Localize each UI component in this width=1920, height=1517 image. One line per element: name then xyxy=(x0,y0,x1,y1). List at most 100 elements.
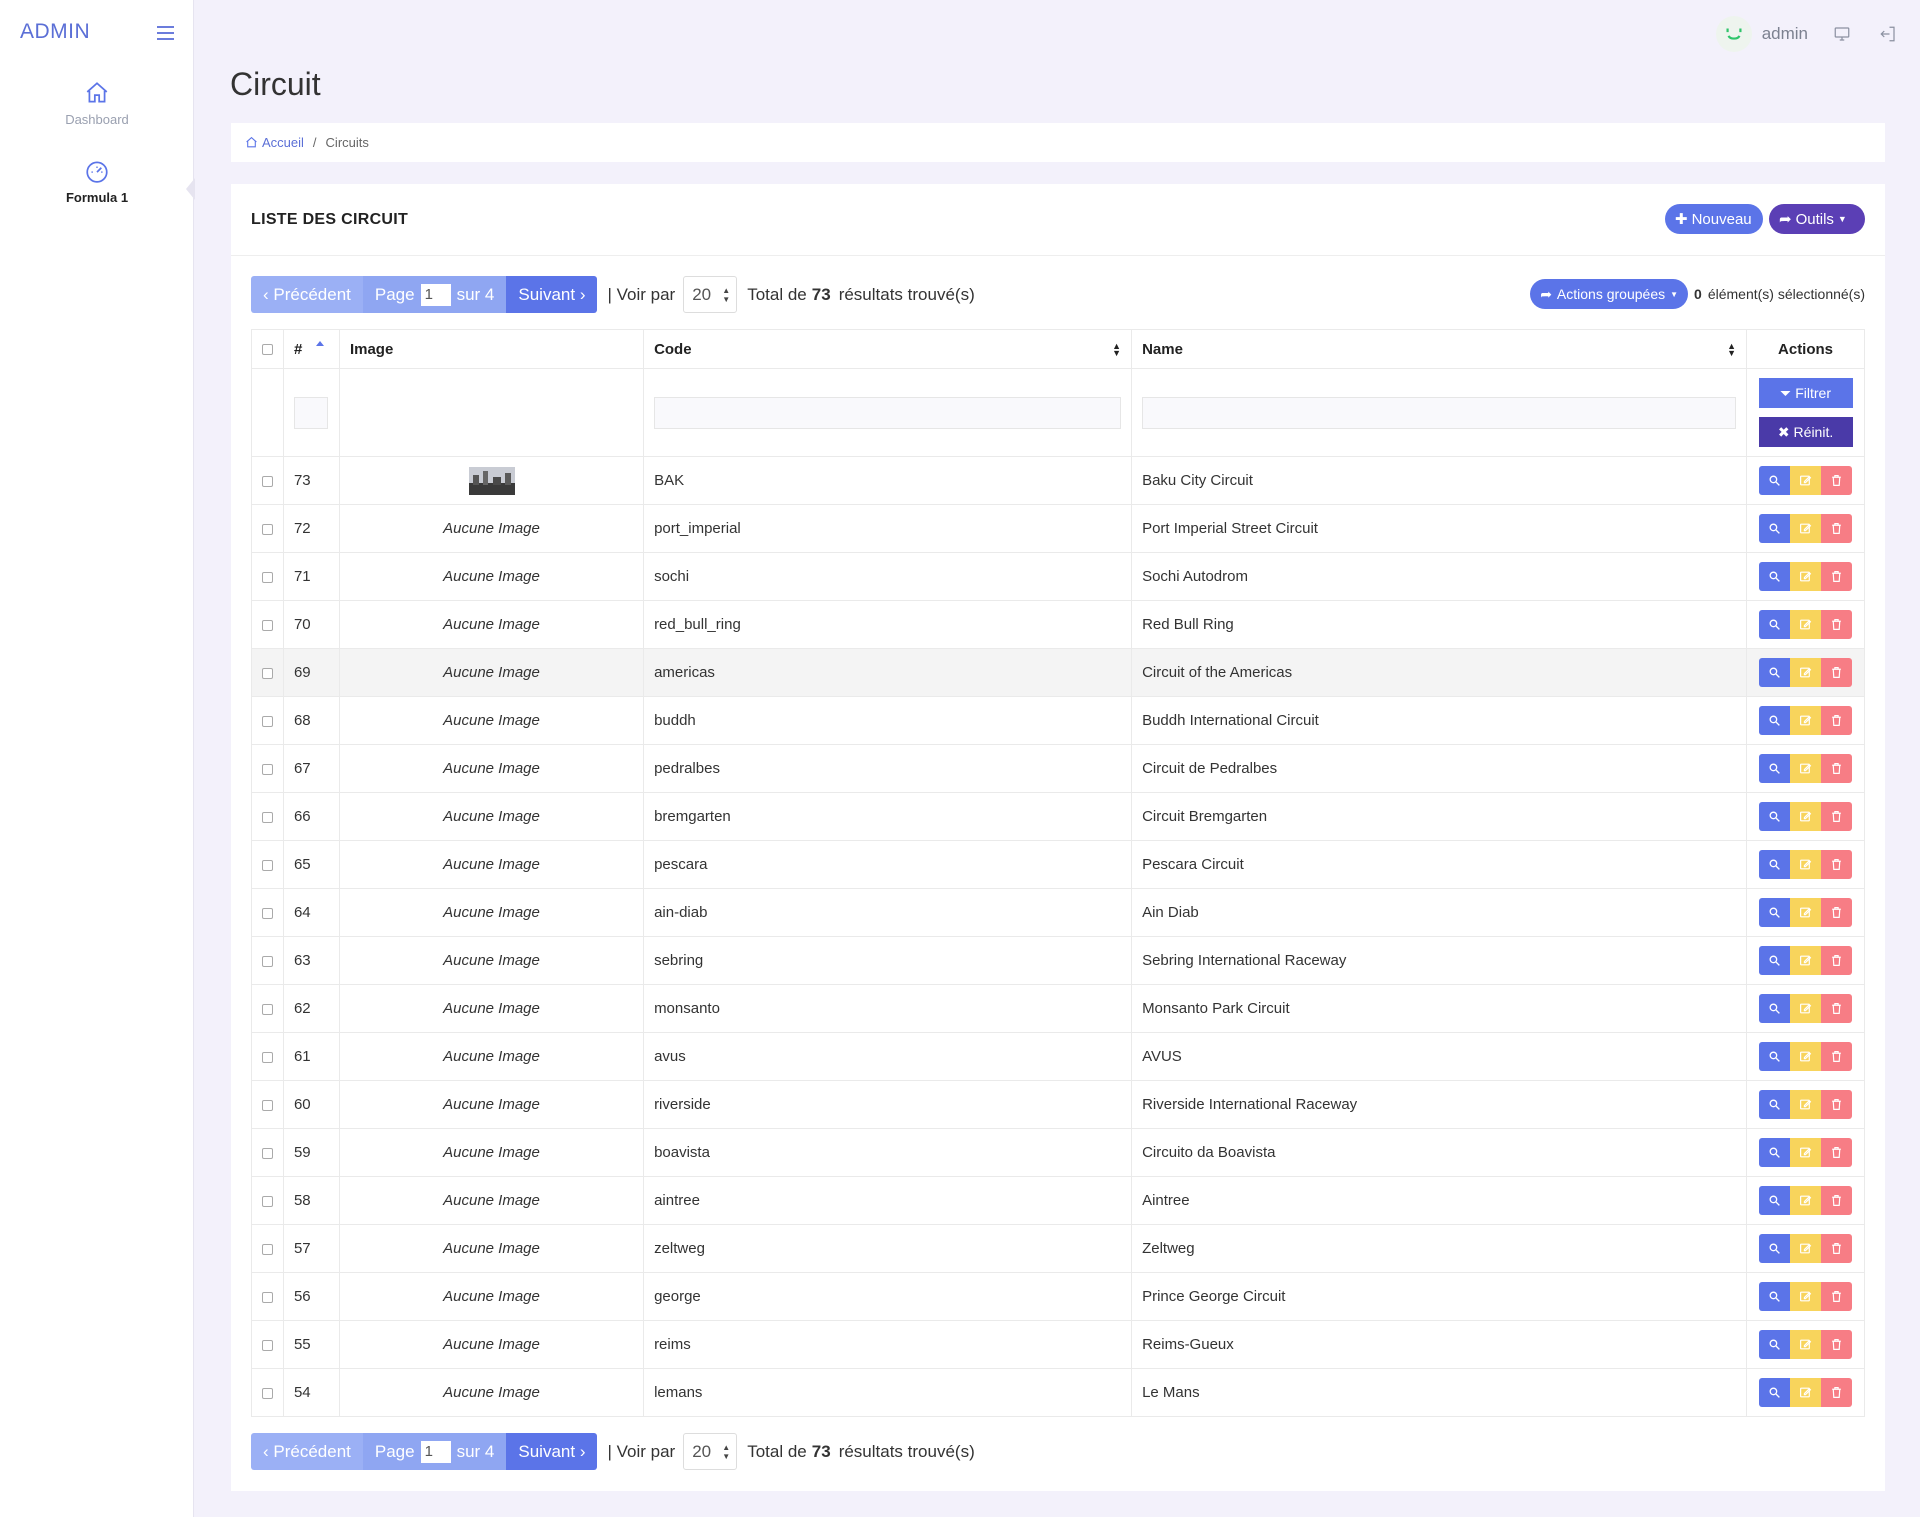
view-button[interactable] xyxy=(1759,1282,1791,1311)
column-header-code[interactable]: Code ▲ ▼ xyxy=(643,329,1133,369)
view-button[interactable] xyxy=(1759,1138,1791,1167)
edit-button[interactable] xyxy=(1790,1282,1822,1311)
edit-button[interactable] xyxy=(1790,514,1822,543)
row-checkbox[interactable] xyxy=(262,1195,273,1207)
edit-button[interactable] xyxy=(1790,1378,1822,1407)
monitor-icon[interactable] xyxy=(1830,22,1854,46)
table-row[interactable]: 58 Aucune Image aintree Aintree xyxy=(251,1176,1865,1225)
delete-button[interactable] xyxy=(1821,562,1853,591)
table-row[interactable]: 66 Aucune Image bremgarten Circuit Bremg… xyxy=(251,792,1865,841)
view-button[interactable] xyxy=(1759,802,1791,831)
view-button[interactable] xyxy=(1759,1042,1791,1071)
table-row[interactable]: 70 Aucune Image red_bull_ring Red Bull R… xyxy=(251,600,1865,649)
row-checkbox[interactable] xyxy=(262,619,273,631)
edit-button[interactable] xyxy=(1790,610,1822,639)
table-row[interactable]: 62 Aucune Image monsanto Monsanto Park C… xyxy=(251,984,1865,1033)
view-button[interactable] xyxy=(1759,610,1791,639)
delete-button[interactable] xyxy=(1821,466,1853,495)
delete-button[interactable] xyxy=(1821,946,1853,975)
per-page-select[interactable]: 20 ▲ ▼ xyxy=(683,276,738,313)
column-header-name[interactable]: Name ▲ ▼ xyxy=(1131,329,1748,369)
view-button[interactable] xyxy=(1759,1234,1791,1263)
filter-name-input[interactable] xyxy=(1142,396,1737,429)
filter-code-input[interactable] xyxy=(654,396,1122,429)
avatar[interactable] xyxy=(1715,16,1752,52)
delete-button[interactable] xyxy=(1821,802,1853,831)
row-checkbox[interactable] xyxy=(262,1147,273,1159)
view-button[interactable] xyxy=(1759,1090,1791,1119)
row-checkbox[interactable] xyxy=(262,1339,273,1351)
view-button[interactable] xyxy=(1759,994,1791,1023)
table-row[interactable]: 65 Aucune Image pescara Pescara Circuit xyxy=(251,840,1865,889)
per-page-select[interactable]: 20 ▲ ▼ xyxy=(683,1433,738,1470)
edit-button[interactable] xyxy=(1790,658,1822,687)
row-checkbox[interactable] xyxy=(262,1051,273,1063)
row-checkbox[interactable] xyxy=(262,763,273,775)
edit-button[interactable] xyxy=(1790,802,1822,831)
delete-button[interactable] xyxy=(1821,898,1853,927)
filter-button[interactable]: ⏷ Filtrer xyxy=(1758,378,1853,408)
menu-toggle-icon[interactable] xyxy=(157,26,174,40)
row-checkbox[interactable] xyxy=(262,571,273,583)
table-row[interactable]: 57 Aucune Image zeltweg Zeltweg xyxy=(251,1224,1865,1273)
user-name[interactable]: admin xyxy=(1762,24,1808,44)
row-checkbox[interactable] xyxy=(262,907,273,919)
delete-button[interactable] xyxy=(1821,610,1853,639)
delete-button[interactable] xyxy=(1821,658,1853,687)
table-row[interactable]: 72 Aucune Image port_imperial Port Imper… xyxy=(251,504,1865,553)
view-button[interactable] xyxy=(1759,658,1791,687)
delete-button[interactable] xyxy=(1821,1138,1853,1167)
edit-button[interactable] xyxy=(1790,1042,1822,1071)
select-all-checkbox[interactable] xyxy=(262,344,273,356)
delete-button[interactable] xyxy=(1821,994,1853,1023)
page-input[interactable] xyxy=(420,1440,451,1463)
bulk-actions-button[interactable]: ➦ Actions groupées ▼ xyxy=(1530,279,1689,309)
row-checkbox[interactable] xyxy=(262,1243,273,1255)
logout-icon[interactable] xyxy=(1876,22,1900,46)
table-row[interactable]: 68 Aucune Image buddh Buddh Internationa… xyxy=(251,696,1865,745)
sidebar-item-formula-1[interactable]: Formula 1 xyxy=(0,158,194,205)
table-row[interactable]: 55 Aucune Image reims Reims-Gueux xyxy=(251,1320,1865,1369)
reset-button[interactable]: ✖ Réinit. xyxy=(1758,417,1853,447)
view-button[interactable] xyxy=(1759,562,1791,591)
table-row[interactable]: 63 Aucune Image sebring Sebring Internat… xyxy=(251,936,1865,985)
row-checkbox[interactable] xyxy=(262,811,273,823)
view-button[interactable] xyxy=(1759,706,1791,735)
row-checkbox[interactable] xyxy=(262,1099,273,1111)
next-page-button[interactable]: Suivant › xyxy=(506,1433,598,1470)
breadcrumb-home[interactable]: Accueil xyxy=(245,135,304,150)
view-button[interactable] xyxy=(1759,1378,1791,1407)
edit-button[interactable] xyxy=(1790,1330,1822,1359)
edit-button[interactable] xyxy=(1790,994,1822,1023)
view-button[interactable] xyxy=(1759,754,1791,783)
delete-button[interactable] xyxy=(1821,1234,1853,1263)
edit-button[interactable] xyxy=(1790,1186,1822,1215)
row-checkbox[interactable] xyxy=(262,715,273,727)
new-button[interactable]: ✚ Nouveau xyxy=(1665,204,1763,234)
next-page-button[interactable]: Suivant › xyxy=(506,276,598,313)
row-checkbox[interactable] xyxy=(262,667,273,679)
edit-button[interactable] xyxy=(1790,898,1822,927)
row-checkbox[interactable] xyxy=(262,475,273,487)
view-button[interactable] xyxy=(1759,898,1791,927)
table-row[interactable]: 56 Aucune Image george Prince George Cir… xyxy=(251,1272,1865,1321)
view-button[interactable] xyxy=(1759,850,1791,879)
tools-button[interactable]: ➦ Outils ▼ xyxy=(1769,204,1865,234)
table-row[interactable]: 71 Aucune Image sochi Sochi Autodrom xyxy=(251,552,1865,601)
table-row[interactable]: 64 Aucune Image ain-diab Ain Diab xyxy=(251,888,1865,937)
edit-button[interactable] xyxy=(1790,1138,1822,1167)
row-checkbox[interactable] xyxy=(262,859,273,871)
prev-page-button[interactable]: ‹ Précédent xyxy=(251,1433,363,1470)
view-button[interactable] xyxy=(1759,1186,1791,1215)
page-input[interactable] xyxy=(420,283,451,306)
table-row[interactable]: 54 Aucune Image lemans Le Mans xyxy=(251,1368,1865,1417)
column-header-id[interactable]: # xyxy=(282,329,340,369)
delete-button[interactable] xyxy=(1821,754,1853,783)
table-row[interactable]: 60 Aucune Image riverside Riverside Inte… xyxy=(251,1080,1865,1129)
edit-button[interactable] xyxy=(1790,1090,1822,1119)
edit-button[interactable] xyxy=(1790,946,1822,975)
delete-button[interactable] xyxy=(1821,1282,1853,1311)
row-checkbox[interactable] xyxy=(262,523,273,535)
view-button[interactable] xyxy=(1759,946,1791,975)
table-row[interactable]: 61 Aucune Image avus AVUS xyxy=(251,1032,1865,1081)
